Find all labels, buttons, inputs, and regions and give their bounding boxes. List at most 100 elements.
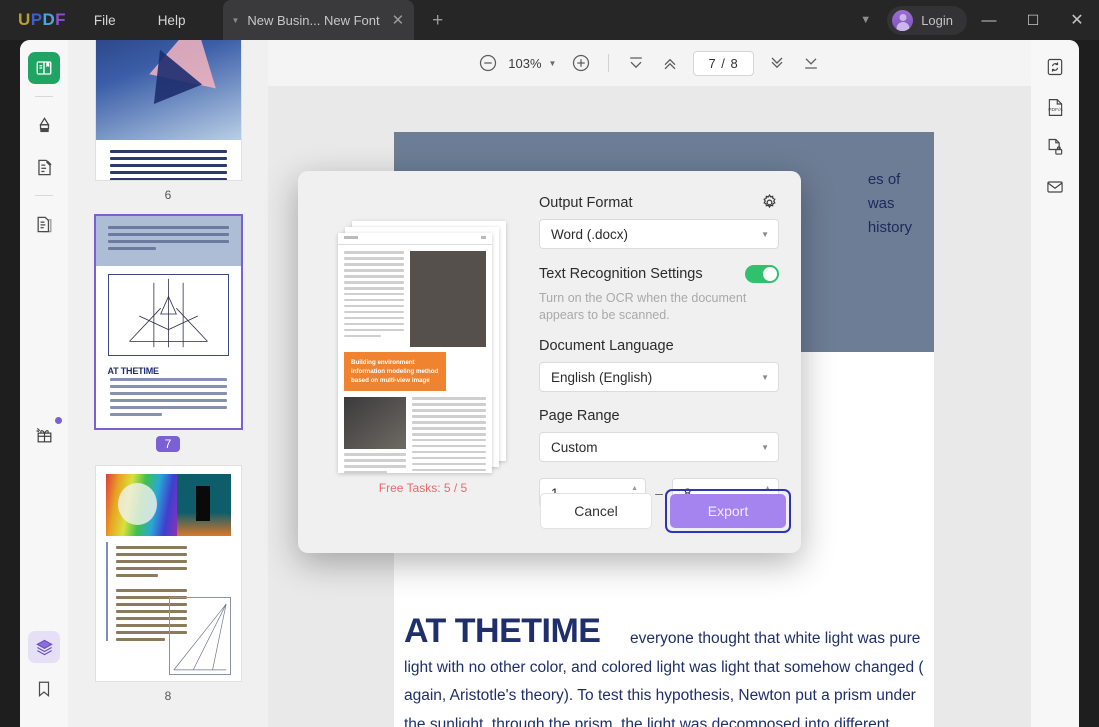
thumbnail-item[interactable]: AT THETIME 7 [68, 216, 268, 452]
zoom-in-icon[interactable] [564, 46, 598, 80]
toolbar-separator [608, 54, 609, 72]
thumbnail-page-number: 8 [68, 689, 268, 703]
page-thumbnail-6[interactable] [96, 40, 241, 180]
menu-help[interactable]: Help [144, 7, 200, 34]
next-page-icon[interactable] [760, 46, 794, 80]
preview-header [338, 233, 492, 245]
tab-title: New Busin... New Font [247, 13, 379, 28]
export-button[interactable]: Export [670, 494, 786, 528]
partial-line-2: was [868, 192, 912, 216]
chevron-down-icon: ▼ [761, 373, 769, 382]
login-label: Login [921, 13, 953, 28]
sidebar-item-reader[interactable] [28, 52, 60, 84]
caret-down-icon[interactable]: ▼ [549, 59, 557, 68]
document-body-text: everyone thought that white light was pu… [404, 625, 924, 727]
thumb-heading: AT THETIME [96, 356, 241, 378]
thumbnail-item[interactable]: 6 [68, 40, 268, 202]
thumb-text-lines [96, 140, 241, 180]
text-recognition-toggle[interactable] [745, 265, 779, 283]
chevron-down-icon: ▼ [761, 443, 769, 452]
previous-page-icon[interactable] [653, 46, 687, 80]
notification-badge [55, 417, 62, 424]
document-language-value: English (English) [551, 370, 652, 385]
pdf-a-icon: PDF/A [1045, 97, 1066, 118]
preview-row-bottom [344, 397, 486, 473]
partial-line-3: history [868, 216, 912, 240]
sidebar-item-highlighter[interactable] [28, 109, 60, 141]
document-lock-icon [1045, 137, 1065, 157]
thumb-art-triangle [169, 597, 231, 675]
page-range-label: Page Range [539, 408, 779, 424]
close-window-button[interactable]: ✕ [1055, 0, 1099, 40]
thumb-text-lines [96, 378, 241, 428]
thumb-art-spectrum [106, 474, 231, 536]
login-button[interactable]: Login [887, 6, 967, 35]
envelope-icon [1045, 177, 1065, 197]
export-button-focus-ring: Export [665, 489, 791, 533]
thumbnail-panel[interactable]: 6 AT THETIME [68, 40, 268, 727]
text-recognition-row: Text Recognition Settings [539, 265, 779, 283]
partial-line-1: es of [868, 168, 912, 192]
document-language-select[interactable]: English (English) ▼ [539, 362, 779, 392]
minimize-button[interactable]: — [967, 0, 1011, 40]
plus-icon[interactable]: + [432, 11, 443, 30]
output-format-label: Output Format [539, 195, 779, 211]
page-range-value: Custom [551, 440, 598, 455]
document-preview-stack: Building environment information modelin… [338, 221, 506, 473]
maximize-button[interactable]: ☐ [1011, 0, 1055, 40]
gift-icon [35, 426, 54, 445]
close-icon[interactable]: ✕ [392, 13, 405, 28]
edit-document-icon [35, 158, 54, 177]
thumbnail-page-number-selected: 7 [156, 436, 180, 452]
text-recognition-hint: Turn on the OCR when the document appear… [539, 290, 775, 324]
sidebar-item-email[interactable] [1038, 170, 1072, 204]
sidebar-item-edit[interactable] [28, 151, 60, 183]
sidebar-item-layers[interactable] [28, 631, 60, 663]
sidebar-item-organize[interactable] [28, 208, 60, 240]
chevron-down-icon[interactable]: ▼ [844, 14, 887, 26]
svg-text:PDF/A: PDF/A [1048, 107, 1063, 113]
dialog-actions: Cancel Export [540, 489, 791, 533]
sidebar-item-pdfa[interactable]: PDF/A [1038, 90, 1072, 124]
chevron-down-icon: ▼ [761, 230, 769, 239]
rail-divider [35, 96, 53, 97]
menu-file[interactable]: File [80, 7, 130, 34]
page-range-select[interactable]: Custom ▼ [539, 432, 779, 462]
cancel-button[interactable]: Cancel [540, 493, 652, 529]
preview-photo-bottom-wrap [344, 397, 406, 473]
document-partial-text: es of was history [868, 168, 912, 240]
zoom-level[interactable]: 103% [505, 56, 544, 71]
book-reader-icon [35, 59, 53, 77]
sidebar-item-bookmarks[interactable] [28, 673, 60, 705]
preview-text-under-photo [344, 453, 406, 473]
document-tab[interactable]: ▼ New Busin... New Font ✕ [223, 0, 414, 40]
layers-icon [35, 638, 54, 657]
page-indicator[interactable]: 7 / 8 [693, 51, 753, 76]
text-recognition-label: Text Recognition Settings [539, 266, 703, 282]
last-page-icon[interactable] [794, 46, 828, 80]
sidebar-item-protect[interactable] [1038, 130, 1072, 164]
preview-text-col [344, 251, 404, 347]
page-thumbnail-7[interactable]: AT THETIME [96, 216, 241, 428]
preview-photo-top [410, 251, 486, 347]
rail-divider-2 [35, 195, 53, 196]
thumb-art-prism [96, 40, 241, 140]
caret-down-icon[interactable]: ▼ [231, 16, 239, 25]
preview-sheet-front: Building environment information modelin… [338, 233, 492, 473]
output-format-select[interactable]: Word (.docx) ▼ [539, 219, 779, 249]
first-page-icon[interactable] [619, 46, 653, 80]
zoom-out-icon[interactable] [471, 46, 505, 80]
gear-icon[interactable] [760, 193, 779, 217]
thumb-art-blue [96, 216, 241, 266]
preview-row-top [344, 251, 486, 347]
document-language-label: Document Language [539, 338, 779, 354]
thumb-art-spectrum-wrap [96, 466, 241, 536]
right-tool-rail: PDF/A [1031, 40, 1079, 727]
sidebar-item-convert[interactable] [1038, 50, 1072, 84]
dialog-preview-pane: Building environment information modelin… [298, 171, 539, 553]
highlighter-pen-icon [35, 116, 54, 135]
left-tool-rail [20, 40, 68, 727]
page-thumbnail-8[interactable] [96, 466, 241, 681]
thumbnail-item[interactable]: 8 [68, 466, 268, 703]
sidebar-item-gift[interactable] [28, 419, 60, 451]
